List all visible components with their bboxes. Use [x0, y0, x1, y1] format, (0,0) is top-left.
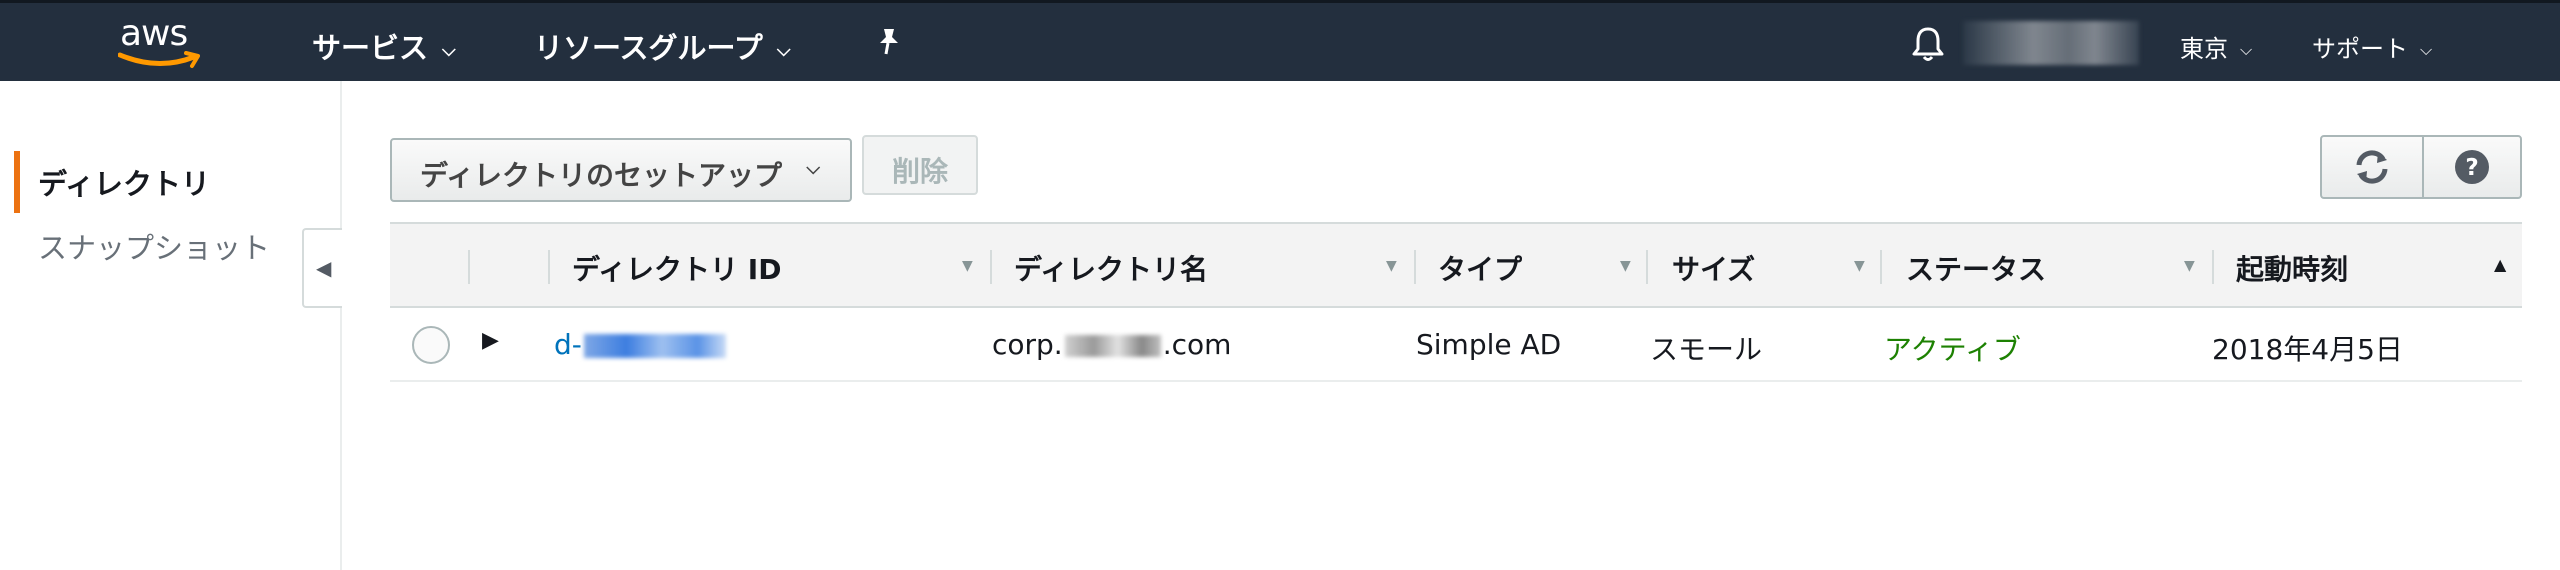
resource-groups-menu-label: リソースグループ: [534, 31, 763, 65]
column-header-launch-time[interactable]: 起動時刻: [2236, 248, 2348, 288]
expand-row-icon[interactable]: ▶: [482, 328, 499, 353]
svg-text:?: ?: [2465, 155, 2478, 181]
column-separator: [468, 250, 470, 284]
table-row[interactable]: ▶ d- corp. .com Simple AD スモール アクティブ 2018…: [390, 308, 2522, 382]
redacted-directory-id: [583, 334, 726, 358]
column-separator: [2212, 250, 2214, 284]
help-icon: ?: [2455, 150, 2489, 184]
sort-icon[interactable]: ▼: [1620, 258, 1631, 274]
sort-ascending-icon[interactable]: ▲: [2494, 255, 2506, 274]
account-menu[interactable]: [1963, 21, 2139, 65]
directory-name-cell: corp. .com: [992, 328, 1231, 361]
column-separator: [1880, 250, 1882, 284]
redacted-domain: [1064, 335, 1161, 357]
aws-smile-icon: [118, 51, 200, 68]
chevron-down-icon: ⌵: [2420, 40, 2433, 59]
column-separator: [1646, 250, 1648, 284]
type-cell: Simple AD: [1416, 328, 1562, 361]
support-menu[interactable]: サポート ⌵: [2312, 29, 2432, 64]
column-header-directory-name[interactable]: ディレクトリ名: [1014, 248, 1208, 288]
directory-id-prefix: d-: [554, 328, 582, 361]
sort-icon[interactable]: ▼: [1854, 258, 1865, 274]
directory-id-link[interactable]: d-: [554, 328, 726, 361]
refresh-icon: [2356, 150, 2388, 184]
pin-icon[interactable]: [875, 27, 903, 61]
services-menu[interactable]: サービス ⌵: [312, 25, 456, 67]
sort-icon[interactable]: ▼: [962, 258, 973, 274]
delete-button[interactable]: 削除: [862, 135, 978, 195]
sidebar-item-snapshots[interactable]: スナップショット: [38, 225, 270, 267]
region-menu-label: 東京: [2180, 35, 2228, 63]
column-header-size[interactable]: サイズ: [1672, 248, 1755, 288]
top-navigation-bar: aws サービス ⌵ リソースグループ ⌵ 東京 ⌵ サポート ⌵: [0, 0, 2560, 81]
table-header: ディレクトリ ID ▼ ディレクトリ名 ▼ タイプ ▼ サイズ ▼ ステータス …: [390, 224, 2522, 308]
column-header-directory-id[interactable]: ディレクトリ ID: [572, 248, 781, 288]
help-button[interactable]: ?: [2422, 135, 2522, 199]
directory-name-prefix: corp.: [992, 328, 1063, 361]
column-header-type[interactable]: タイプ: [1438, 248, 1522, 288]
notifications-bell-icon[interactable]: [1910, 25, 1946, 67]
active-indicator: [14, 151, 20, 213]
chevron-left-icon: ◀: [316, 256, 332, 280]
chevron-down-icon: ⌵: [776, 39, 791, 61]
resource-groups-menu[interactable]: リソースグループ ⌵: [534, 25, 790, 67]
sidebar: ディレクトリ スナップショット ◀: [0, 81, 342, 570]
chevron-down-icon: ⌵: [442, 39, 456, 61]
column-header-status[interactable]: ステータス: [1906, 248, 2046, 288]
aws-logo[interactable]: aws: [118, 13, 208, 73]
chevron-down-icon: ⌵: [806, 158, 820, 179]
launch-time-cell: 2018年4月5日: [2212, 333, 2403, 366]
column-separator: [1414, 250, 1416, 284]
size-cell: スモール: [1650, 333, 1763, 366]
sidebar-item-directories[interactable]: ディレクトリ: [38, 161, 210, 203]
setup-directory-button[interactable]: ディレクトリのセットアップ ⌵: [390, 138, 852, 202]
collapse-sidebar-button[interactable]: ◀: [302, 228, 342, 308]
support-menu-label: サポート: [2312, 35, 2408, 63]
services-menu-label: サービス: [312, 31, 429, 65]
column-separator: [990, 250, 992, 284]
column-separator: [548, 250, 550, 284]
setup-directory-button-label: ディレクトリのセットアップ: [420, 159, 783, 192]
sort-icon[interactable]: ▼: [2184, 258, 2195, 274]
aws-logo-text: aws: [120, 13, 188, 54]
chevron-down-icon: ⌵: [2240, 40, 2253, 59]
row-select-radio[interactable]: [412, 326, 450, 364]
region-menu[interactable]: 東京 ⌵: [2180, 29, 2252, 64]
status-cell: アクティブ: [1884, 333, 2021, 366]
directory-name-suffix: .com: [1162, 328, 1232, 361]
refresh-button[interactable]: [2320, 135, 2424, 199]
sort-icon[interactable]: ▼: [1386, 258, 1397, 274]
